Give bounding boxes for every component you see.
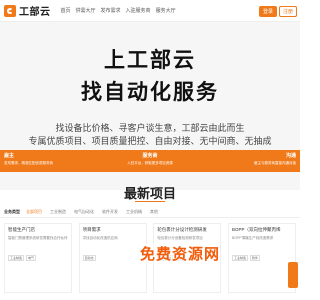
project-tag: 软件 [249, 255, 260, 261]
filter-software[interactable]: 软件开发 [102, 209, 118, 215]
section-divider [135, 201, 165, 202]
project-card[interactable]: 项目需求 寻找自动化改造供应商 自动化 [78, 223, 147, 293]
logo-icon [4, 4, 16, 17]
login-button[interactable]: 登录 [258, 6, 277, 17]
project-tags: 自动化 [82, 255, 143, 261]
card-desc: 发布需求，精准匹配优质服务商 [4, 161, 53, 165]
main-nav: 首页 供需大厅 发布需求 入驻服务商 服务大厅 [61, 7, 181, 14]
filter-all[interactable]: 全部项目 [26, 209, 42, 215]
filter-electrical[interactable]: 电气自动化 [74, 209, 94, 215]
auth-area: 登录 注册 [258, 6, 297, 17]
project-tag: 自动化 [82, 255, 96, 261]
logo[interactable]: 工部云 [4, 3, 51, 18]
project-title: 轮包裹计分设计检测研发 [157, 227, 207, 232]
project-card[interactable]: BOPP（双向拉伸聚丙烯 BOPP薄膜生产线改造需求 工业制造 软件 [227, 223, 296, 293]
filter-machinery[interactable]: 工业机械 [126, 209, 142, 215]
nav-item-join-provider[interactable]: 入驻服务商 [126, 7, 151, 14]
role-card-employer[interactable]: 雇主 发布需求，精准匹配优质服务商 [0, 150, 100, 172]
project-desc: BOPP薄膜生产线改造需求 [231, 236, 274, 240]
floating-contact-button[interactable] [288, 262, 298, 288]
nav-item-post-demand[interactable]: 发布需求 [101, 7, 121, 14]
filter-label: 业务类型 [4, 208, 20, 214]
filter-other[interactable]: 其他 [150, 209, 158, 215]
role-cards: 雇主 发布需求，精准匹配优质服务商 服务商 入驻平台，获取更多项目资源 沟通 雇… [0, 150, 300, 172]
nav-item-home[interactable]: 首页 [61, 7, 71, 14]
top-navbar: 工部云 首页 供需大厅 发布需求 入驻服务商 服务大厅 登录 注册 [0, 0, 300, 22]
project-tag: 工业制造 [231, 255, 248, 261]
project-title: 智能生产门店 [8, 227, 35, 232]
filter-bar: 业务类型 全部项目 工业制造 电气自动化 软件开发 工业机械 其他 [0, 206, 300, 218]
card-title: 沟通 [285, 153, 296, 159]
card-title: 雇主 [4, 153, 15, 159]
project-tags: 工业制造 电气 [8, 255, 68, 261]
role-card-provider[interactable]: 服务商 入驻平台，获取更多项目资源 [100, 150, 200, 172]
project-tag: 工业制造 [8, 255, 25, 261]
section-title: 最新项目 [123, 186, 176, 201]
card-desc: 入驻平台，获取更多项目资源 [127, 161, 173, 165]
hero-title: 上工部云 [104, 49, 196, 72]
project-tags: 工业制造 软件 [231, 255, 292, 261]
nav-item-service-hall[interactable]: 服务大厅 [156, 7, 176, 14]
hero-subtitle-line2: 专属优质项目、项目质量把控、自由对接、无中间商、无抽成 [28, 136, 272, 146]
nav-item-supply-demand[interactable]: 供需大厅 [76, 7, 96, 14]
project-desc: 寻找自动化改造供应商 [82, 236, 118, 240]
project-desc: 智能门禁管理系统研发需要找合作伙伴 [8, 236, 68, 240]
filter-manufacturing[interactable]: 工业制造 [50, 209, 66, 215]
hero-title-line2: 找自动化服务 [81, 81, 219, 104]
card-desc: 雇主与服务商直接沟通对接 [254, 161, 296, 165]
project-title: BOPP（双向拉伸聚丙烯 [231, 227, 281, 232]
register-button[interactable]: 注册 [278, 6, 297, 17]
hero-subtitle: 找设备比价格、寻客户谈生意，工部云由此而生 [55, 123, 245, 133]
project-tag: 电气 [26, 255, 37, 261]
role-card-communication[interactable]: 沟通 雇主与服务商直接沟通对接 [200, 150, 300, 172]
card-title: 服务商 [142, 153, 158, 159]
logo-text: 工部云 [19, 7, 51, 18]
project-card[interactable]: 智能生产门店 智能门禁管理系统研发需要找合作伙伴 工业制造 电气 [4, 223, 72, 293]
project-title: 项目需求 [82, 227, 101, 232]
watermark-text: 免费资源网 [140, 243, 221, 264]
